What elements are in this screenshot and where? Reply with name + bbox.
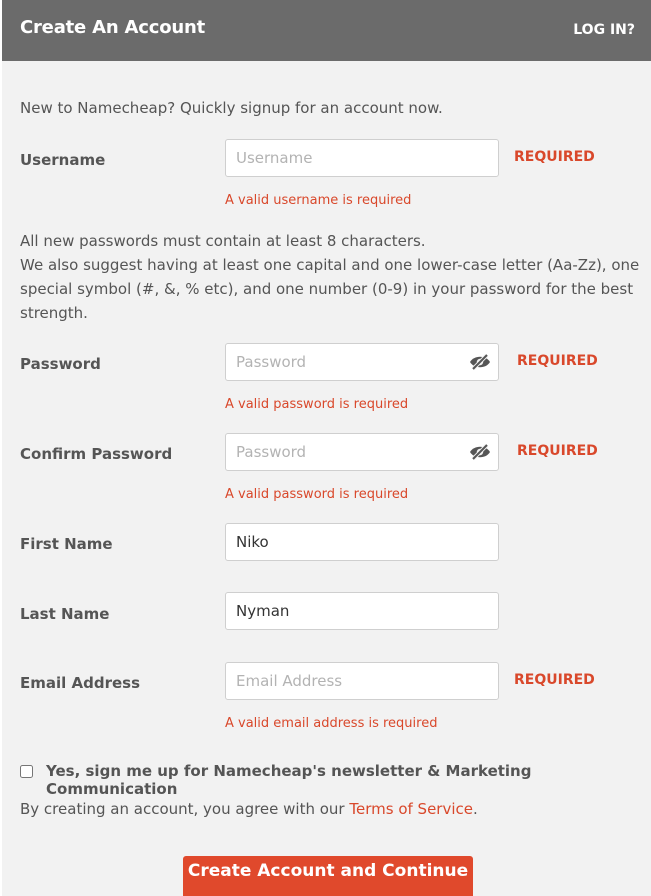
username-required-label: REQUIRED — [514, 149, 595, 165]
header-bar: Create An Account LOG IN? — [2, 0, 651, 61]
confirm-password-input[interactable] — [225, 433, 499, 471]
eye-slash-icon[interactable] — [469, 444, 491, 460]
terms-suffix: . — [472, 800, 478, 818]
email-error: A valid email address is required — [225, 716, 438, 731]
terms-of-service-link[interactable]: Terms of Service — [349, 800, 473, 818]
password-hint-line2: We also suggest having at least one capi… — [20, 256, 640, 274]
confirm-password-error: A valid password is required — [225, 487, 409, 502]
last-name-label: Last Name — [20, 605, 110, 623]
username-input[interactable] — [225, 139, 499, 177]
password-hint-line1: All new passwords must contain at least … — [20, 232, 426, 250]
email-label: Email Address — [20, 674, 141, 692]
password-label: Password — [20, 355, 101, 373]
first-name-label: First Name — [20, 535, 113, 553]
password-hint-line3: special symbol (#, &, % etc), and one nu… — [20, 280, 634, 298]
page-title: Create An Account — [20, 17, 206, 38]
confirm-password-label: Confirm Password — [20, 445, 173, 463]
last-name-input[interactable] — [225, 592, 499, 630]
intro-text: New to Namecheap? Quickly signup for an … — [20, 99, 443, 117]
login-link[interactable]: LOG IN? — [573, 22, 635, 38]
password-error: A valid password is required — [225, 397, 409, 412]
first-name-input[interactable] — [225, 523, 499, 561]
username-error: A valid username is required — [225, 193, 412, 208]
password-required-label: REQUIRED — [517, 353, 598, 369]
terms-prefix: By creating an account, you agree with o… — [20, 800, 350, 818]
email-input[interactable] — [225, 662, 499, 700]
terms-text: By creating an account, you agree with o… — [20, 797, 478, 821]
signup-panel: Create An Account LOG IN? New to Nameche… — [2, 0, 651, 896]
confirm-password-required-label: REQUIRED — [517, 443, 598, 459]
password-input[interactable] — [225, 343, 499, 381]
eye-slash-icon[interactable] — [469, 354, 491, 370]
create-account-button[interactable]: Create Account and Continue — [183, 856, 473, 896]
newsletter-label[interactable]: Yes, sign me up for Namecheap's newslett… — [46, 762, 651, 798]
newsletter-checkbox[interactable] — [20, 765, 33, 778]
password-hint-line4: strength. — [20, 304, 88, 322]
username-label: Username — [20, 151, 106, 169]
email-required-label: REQUIRED — [514, 672, 595, 688]
